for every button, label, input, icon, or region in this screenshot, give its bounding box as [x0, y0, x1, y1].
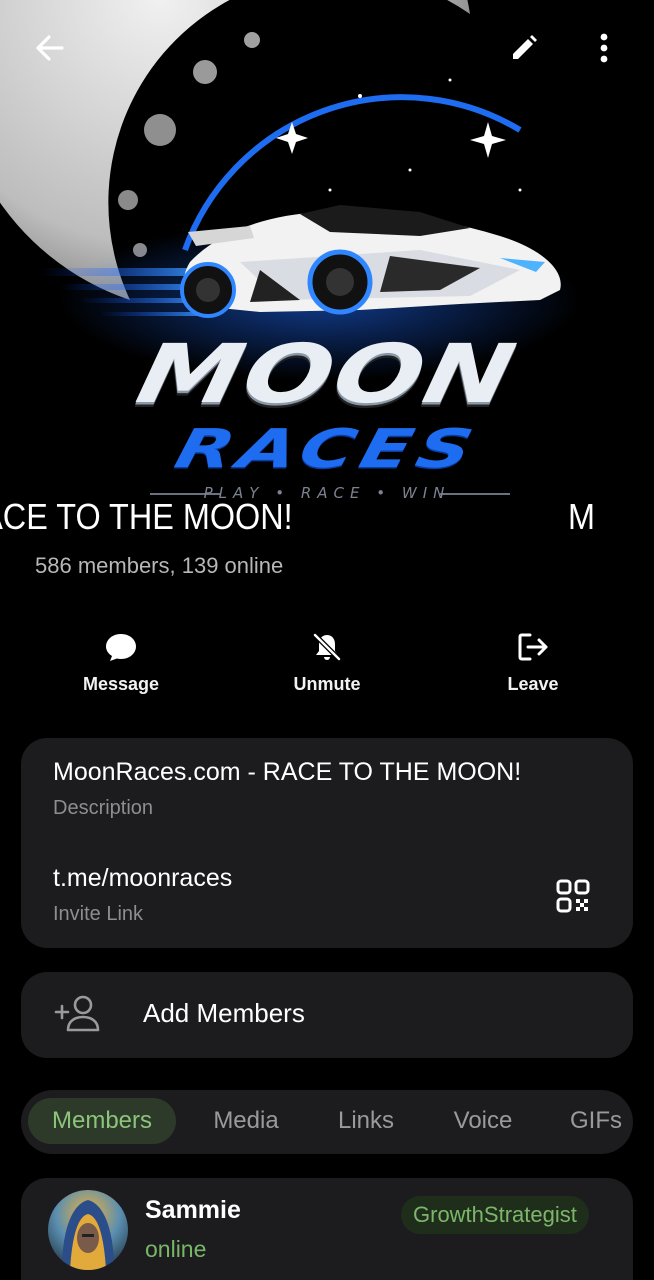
member-list-item[interactable]: Sammie online GrowthStrategist	[21, 1178, 633, 1280]
leave-button[interactable]: Leave	[453, 622, 613, 695]
invite-link-label: Invite Link	[53, 903, 144, 925]
description-value: MoonRaces.com - RACE TO THE MOON!	[53, 758, 522, 786]
member-name: Sammie	[145, 1196, 241, 1224]
group-title-loop: M	[568, 496, 595, 537]
tab-links[interactable]: Links	[326, 1098, 406, 1144]
tab-members[interactable]: Members	[28, 1098, 176, 1144]
avatar	[48, 1190, 128, 1270]
leave-label: Leave	[507, 674, 559, 694]
message-button[interactable]: Message	[41, 622, 201, 695]
invite-link-value: t.me/moonraces	[53, 864, 233, 892]
member-role-badge: GrowthStrategist	[401, 1196, 589, 1234]
back-button[interactable]	[26, 24, 74, 72]
unmute-label: Unmute	[293, 674, 361, 694]
invite-link-row[interactable]: t.me/moonraces Invite Link	[53, 864, 232, 926]
logo-races-text: RACES	[169, 418, 485, 480]
tab-gifs[interactable]: GIFs	[561, 1098, 631, 1144]
member-count: 586 members, 139 online	[35, 553, 284, 578]
logo-moon-text: MOON	[129, 326, 525, 422]
unmute-button[interactable]: Unmute	[247, 622, 407, 695]
qr-code-icon	[556, 879, 590, 913]
description-row[interactable]: MoonRaces.com - RACE TO THE MOON! Descri…	[53, 758, 521, 820]
tab-media[interactable]: Media	[201, 1098, 291, 1144]
add-person-icon	[54, 995, 100, 1032]
group-title-marquee: om - RACE TO THE MOON! M	[0, 494, 654, 542]
action-row: Message Unmute Leave	[0, 622, 654, 702]
group-cover-image: MOON RACES PLAY • RACE • WIN	[0, 0, 654, 540]
qr-code-button[interactable]	[551, 874, 595, 918]
group-title: om - RACE TO THE MOON!	[0, 496, 293, 537]
group-info-card: MoonRaces.com - RACE TO THE MOON! Descri…	[21, 738, 633, 948]
bell-off-icon	[313, 633, 341, 661]
edit-button[interactable]	[500, 24, 548, 72]
tab-voice[interactable]: Voice	[441, 1098, 525, 1144]
member-status: online	[145, 1236, 207, 1262]
member-avatar-image	[48, 1190, 128, 1270]
leave-icon	[518, 633, 548, 661]
add-members-button[interactable]: Add Members	[21, 972, 633, 1058]
more-vertical-icon	[600, 33, 608, 63]
pencil-icon	[513, 35, 537, 59]
message-label: Message	[82, 674, 160, 694]
chat-bubble-icon	[106, 634, 136, 661]
description-label: Description	[53, 797, 154, 819]
add-members-label: Add Members	[143, 998, 305, 1028]
arrow-left-icon	[36, 35, 64, 61]
shared-media-tabs: Members Media Links Voice GIFs	[21, 1090, 633, 1154]
more-options-button[interactable]	[580, 24, 628, 72]
